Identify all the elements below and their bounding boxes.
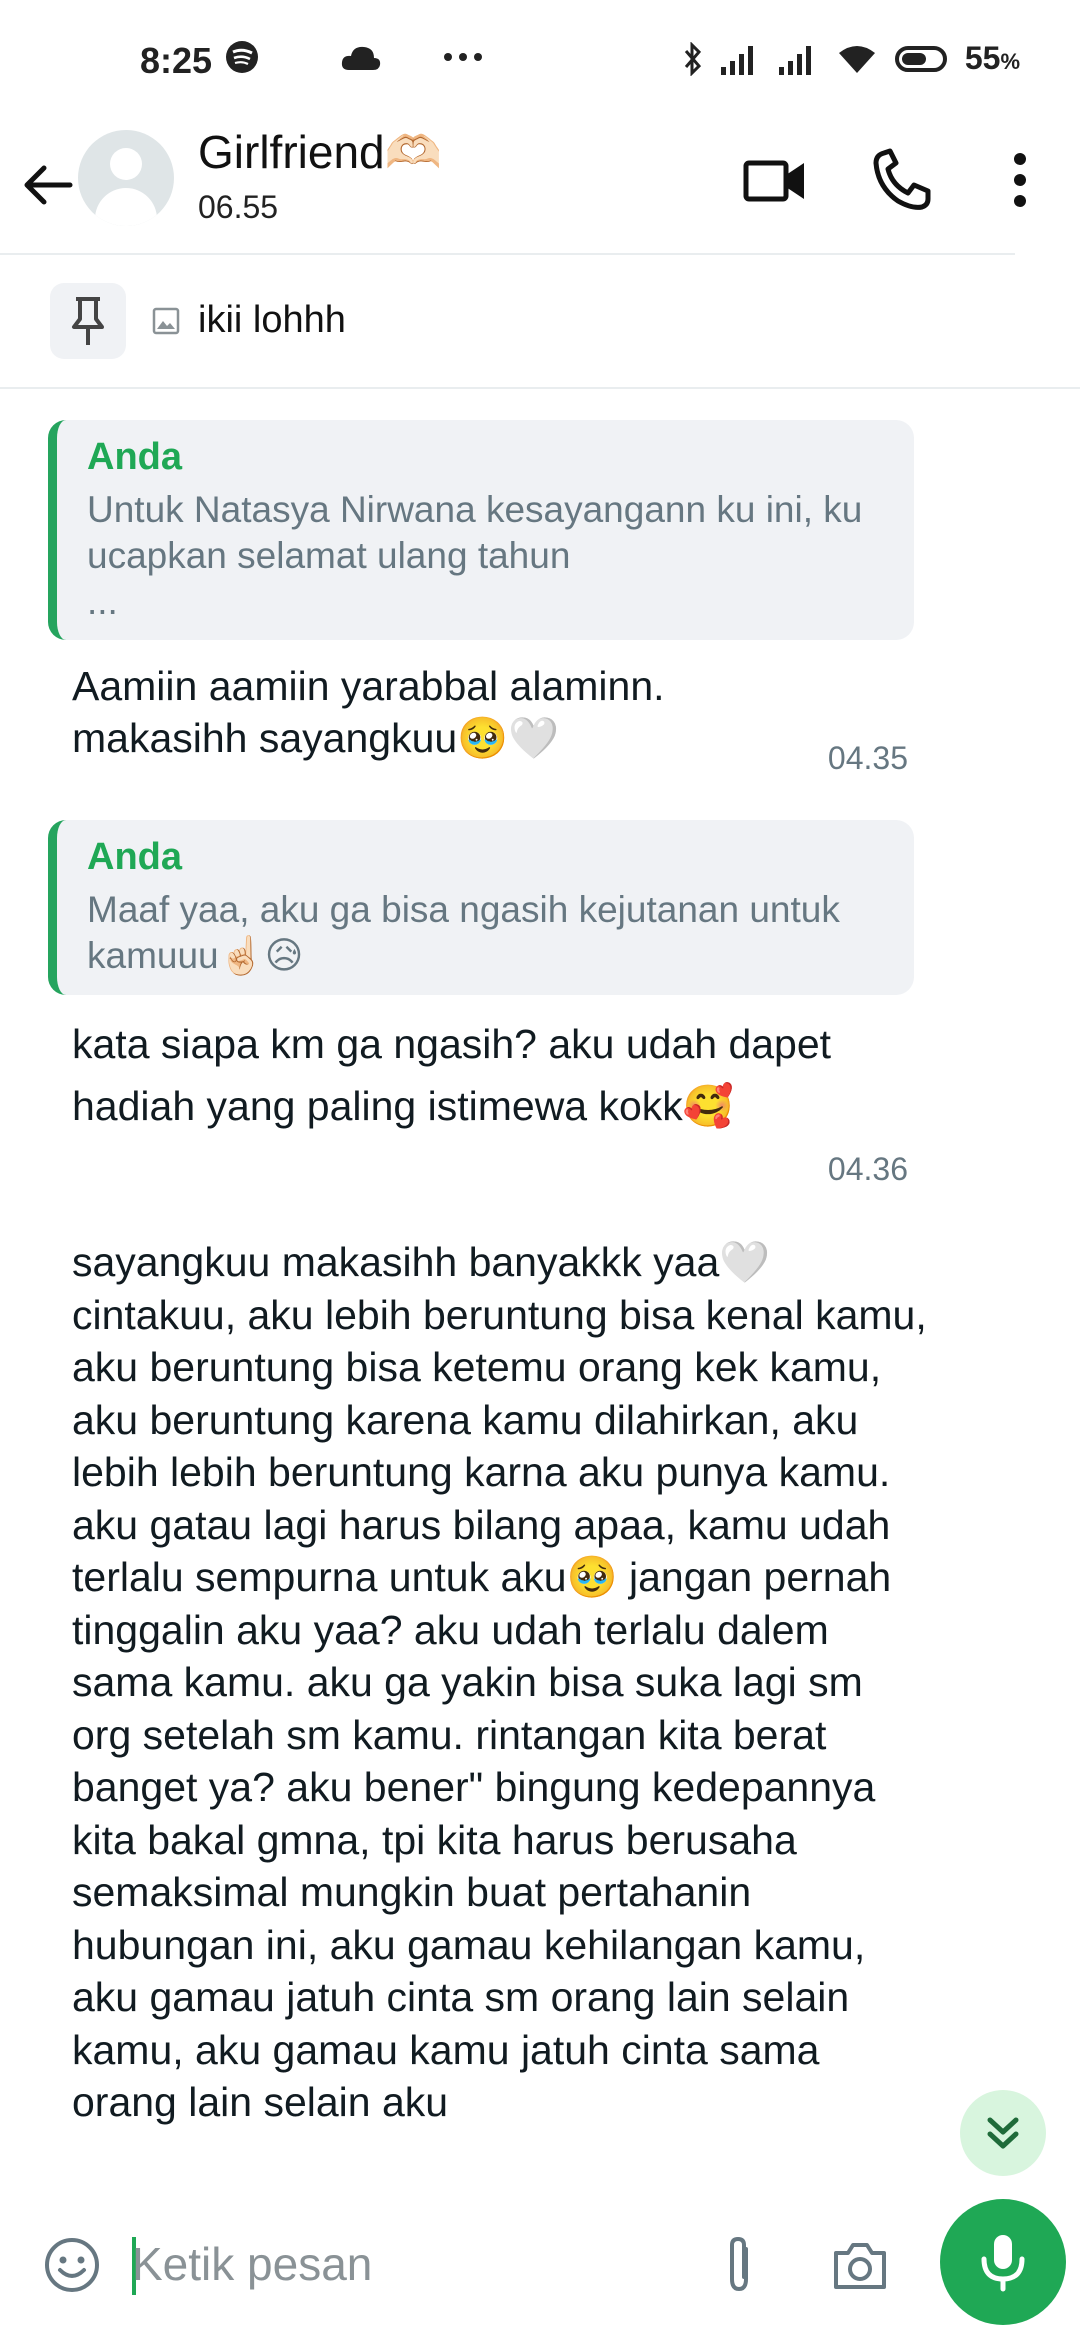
cloud-icon: [341, 46, 381, 70]
message-bubble[interactable]: Anda Maaf yaa, aku ga bisa ngasih kejuta…: [48, 820, 918, 1188]
avatar[interactable]: [78, 130, 174, 226]
battery-icon: [894, 45, 947, 72]
status-bar: 8:25 55%: [0, 0, 1080, 125]
quote-text: Maaf yaa, aku ga bisa ngasih kejutanan u…: [87, 889, 840, 976]
phone-icon[interactable]: [868, 145, 938, 215]
pinned-text: ikii lohhh: [198, 299, 346, 341]
mic-button[interactable]: [940, 2199, 1066, 2325]
mic-icon: [981, 2235, 1025, 2292]
scroll-down-button[interactable]: [960, 2090, 1046, 2176]
back-arrow-icon[interactable]: [18, 155, 78, 215]
pin-icon: [72, 297, 104, 345]
quote-author: Anda: [87, 836, 182, 878]
more-vert-icon[interactable]: [985, 145, 1055, 215]
battery-level: 55: [964, 40, 1001, 76]
video-call-icon[interactable]: [740, 145, 810, 215]
wifi-icon: [838, 45, 875, 73]
message-bubble[interactable]: Anda Untuk Natasya Nirwana kesayangann k…: [48, 420, 918, 777]
message-time: 04.36: [827, 1151, 908, 1187]
quote-text: Untuk Natasya Nirwana kesayangann ku ini…: [87, 489, 863, 576]
attach-icon[interactable]: [712, 2231, 766, 2297]
quote-author: Anda: [87, 436, 182, 478]
signal-icon: [778, 45, 811, 75]
emoji-icon[interactable]: [42, 2235, 102, 2295]
last-seen: 06.55: [198, 189, 279, 225]
contact-name[interactable]: Girlfriend🫶🏻: [198, 125, 442, 180]
message-input[interactable]: [130, 2231, 694, 2297]
image-icon: [152, 307, 180, 335]
message-text: kata siapa km ga ngasih? aku udah dapet …: [72, 1021, 832, 1129]
quote-ellipsis: ...: [87, 581, 118, 622]
bluetooth-icon: [684, 41, 701, 76]
quoted-reply[interactable]: Anda Maaf yaa, aku ga bisa ngasih kejuta…: [48, 820, 914, 995]
signal-icon: [720, 45, 753, 75]
more-dots-icon: [444, 53, 482, 61]
battery-unit: %: [1000, 49, 1020, 74]
status-time: 8:25: [140, 40, 213, 81]
pin-button[interactable]: [50, 283, 126, 359]
chat-header: Girlfriend🫶🏻 06.55: [0, 125, 1080, 255]
pinned-message-bar[interactable]: ikii lohhh: [0, 255, 1080, 389]
camera-icon[interactable]: [830, 2237, 890, 2293]
scroll-down-icon: [987, 2117, 1019, 2149]
message-text-long[interactable]: sayangkuu makasihh banyakkk yaa🤍 cintaku…: [72, 1236, 932, 2186]
compose-bar: [0, 2185, 1080, 2340]
quoted-reply[interactable]: Anda Untuk Natasya Nirwana kesayangann k…: [48, 420, 914, 640]
spotify-icon: [226, 41, 258, 73]
